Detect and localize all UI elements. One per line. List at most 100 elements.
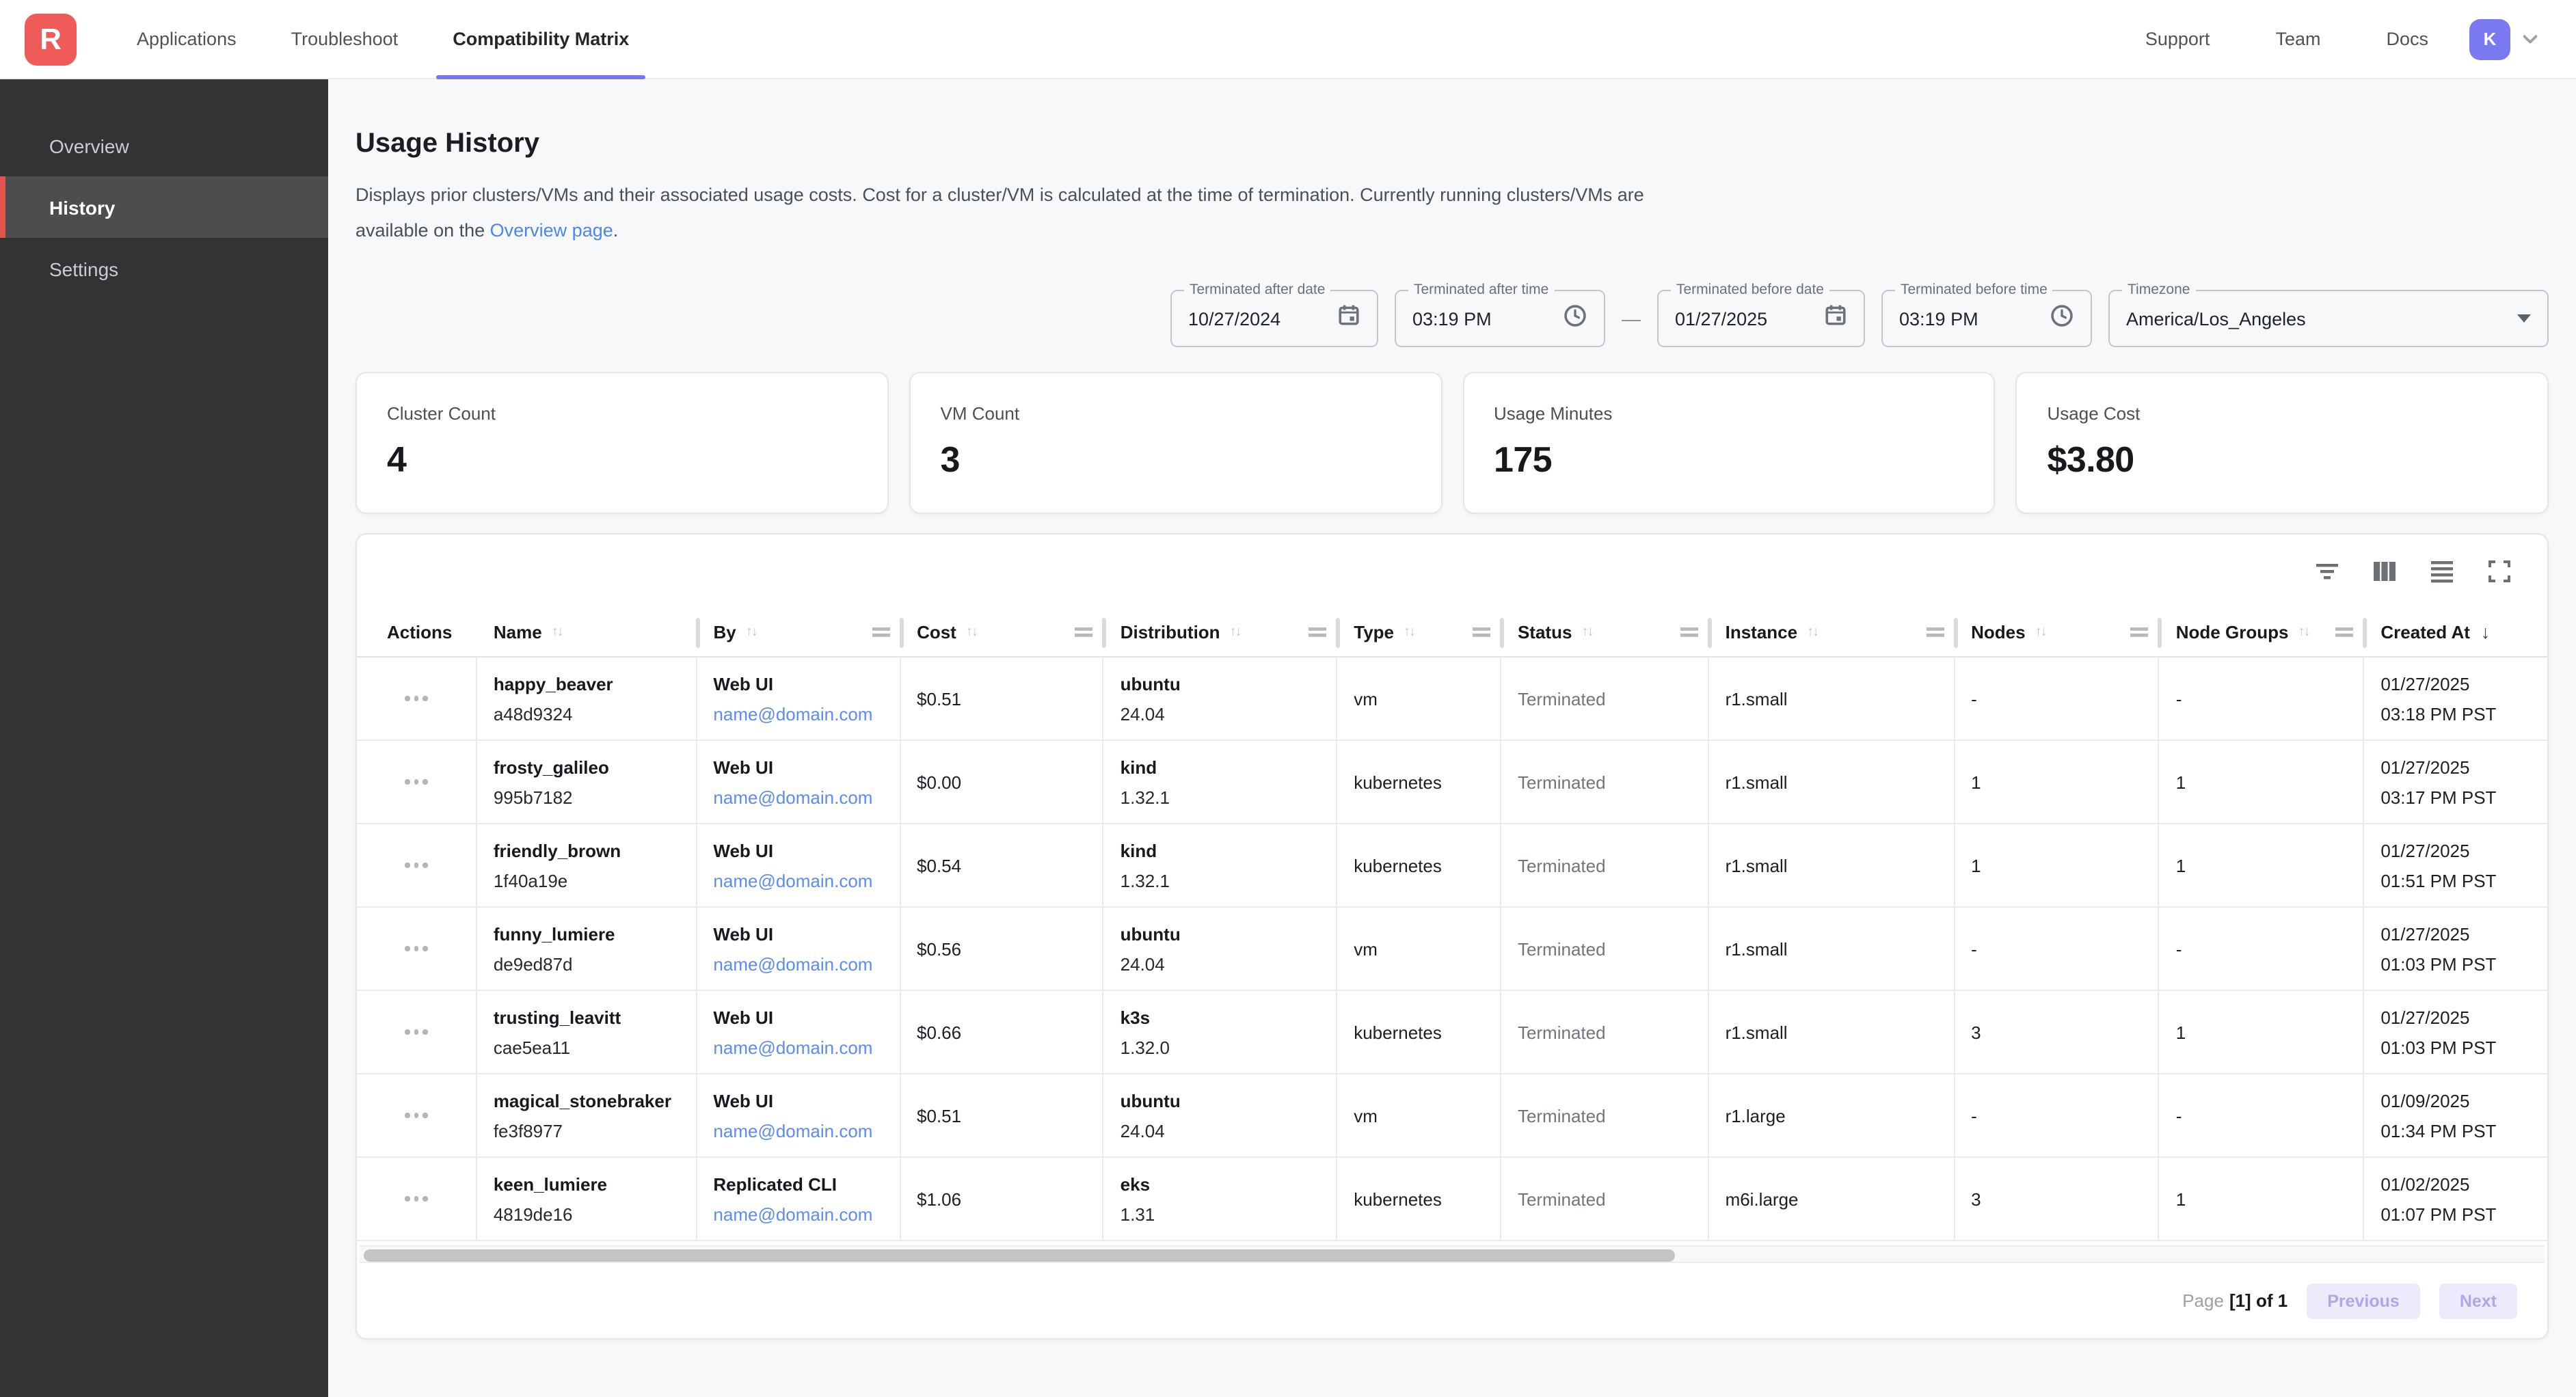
sort-desc-icon[interactable]: ↓	[2481, 622, 2491, 642]
avatar[interactable]: K	[2469, 18, 2510, 59]
column-menu-icon[interactable]	[2335, 626, 2353, 638]
calendar-icon[interactable]	[1824, 303, 1847, 334]
fullscreen-icon[interactable]	[2487, 559, 2512, 584]
status-value: Terminated	[1518, 855, 1691, 876]
distribution-cell: ubuntu 24.04	[1104, 1074, 1338, 1156]
nav-link-team[interactable]: Team	[2275, 29, 2320, 49]
sidebar-item-settings[interactable]: Settings	[0, 238, 328, 299]
sidebar-item-history[interactable]: History	[0, 176, 328, 238]
sort-icon[interactable]: ↑↓	[2035, 625, 2046, 640]
created-by-email-link[interactable]: name@domain.com	[713, 703, 883, 724]
cluster-id: de9ed87d	[494, 953, 680, 974]
tab-compatibility-matrix[interactable]: Compatibility Matrix	[425, 0, 656, 78]
column-menu-icon[interactable]	[1309, 626, 1326, 638]
next-page-button[interactable]: Next	[2439, 1283, 2517, 1318]
terminated-after-time-field[interactable]: Terminated after time 03:19 PM	[1395, 290, 1605, 347]
previous-page-button[interactable]: Previous	[2307, 1283, 2420, 1318]
page-indicator: Page[1] of 1	[2182, 1290, 2287, 1311]
terminated-after-date-field[interactable]: Terminated after date 10/27/2024	[1170, 290, 1378, 347]
tab-applications[interactable]: Applications	[109, 0, 264, 78]
row-actions-button[interactable]	[399, 772, 433, 793]
column-header-created-at[interactable]: Created At ↓	[2364, 608, 2547, 656]
scrollbar-thumb[interactable]	[364, 1249, 1675, 1261]
sort-icon[interactable]: ↑↓	[1404, 625, 1414, 640]
row-actions-button[interactable]	[399, 1105, 433, 1126]
stat-label: Usage Minutes	[1494, 403, 1964, 424]
created-by-email-link[interactable]: name@domain.com	[713, 953, 883, 974]
column-menu-icon[interactable]	[2131, 626, 2149, 638]
instance-value: m6i.large	[1726, 1189, 1937, 1209]
name-cell: happy_beaver a48d9324	[477, 657, 697, 740]
table-row: funny_lumiere de9ed87d Web UI name@domai…	[357, 908, 2547, 991]
name-cell: funny_lumiere de9ed87d	[477, 908, 697, 990]
chevron-down-icon[interactable]	[2520, 29, 2540, 49]
column-menu-icon[interactable]	[1680, 626, 1698, 638]
column-header-type[interactable]: Type ↑↓	[1337, 608, 1501, 656]
type-value: kubernetes	[1354, 1022, 1484, 1042]
column-header-status[interactable]: Status ↑↓	[1501, 608, 1709, 656]
tab-troubleshoot[interactable]: Troubleshoot	[264, 0, 426, 78]
distribution-name: ubuntu	[1121, 923, 1320, 944]
column-header-cost[interactable]: Cost ↑↓	[900, 608, 1104, 656]
terminated-before-time-field[interactable]: Terminated before time 03:19 PM	[1881, 290, 2092, 347]
stat-label: Usage Cost	[2048, 403, 2518, 424]
sort-icon[interactable]: ↑↓	[1581, 625, 1592, 640]
page-value: [1] of 1	[2229, 1290, 2287, 1311]
column-header-nodes[interactable]: Nodes ↑↓	[1955, 608, 2160, 656]
sort-icon[interactable]: ↑↓	[1230, 625, 1241, 640]
column-header-instance[interactable]: Instance ↑↓	[1709, 608, 1955, 656]
dropdown-arrow-icon[interactable]	[2517, 314, 2531, 323]
actions-cell	[357, 741, 477, 823]
created-by-email-link[interactable]: name@domain.com	[713, 1204, 883, 1224]
column-menu-icon[interactable]	[1926, 626, 1944, 638]
created-by-source: Web UI	[713, 840, 883, 860]
row-actions-button[interactable]	[399, 688, 433, 709]
sort-icon[interactable]: ↑↓	[2298, 625, 2309, 640]
sort-icon[interactable]: ↑↓	[552, 625, 563, 640]
distribution-version: 1.32.1	[1121, 787, 1320, 807]
column-header-name[interactable]: Name ↑↓	[477, 608, 697, 656]
column-header-distribution[interactable]: Distribution ↑↓	[1104, 608, 1338, 656]
column-menu-icon[interactable]	[1075, 626, 1093, 638]
sort-icon[interactable]: ↑↓	[966, 625, 977, 640]
page-label: Page	[2182, 1290, 2224, 1311]
sort-icon[interactable]: ↑↓	[746, 625, 757, 640]
distribution-name: kind	[1121, 757, 1320, 777]
row-actions-button[interactable]	[399, 1189, 433, 1210]
calendar-icon[interactable]	[1337, 303, 1360, 334]
sort-icon[interactable]: ↑↓	[1807, 625, 1818, 640]
row-actions-button[interactable]	[399, 1022, 433, 1043]
created-by-email-link[interactable]: name@domain.com	[713, 1037, 883, 1057]
distribution-name: ubuntu	[1121, 1090, 1320, 1111]
created-by-email-link[interactable]: name@domain.com	[713, 1120, 883, 1141]
filter-icon[interactable]	[2315, 559, 2339, 584]
nav-link-docs[interactable]: Docs	[2386, 29, 2428, 49]
created-by-email-link[interactable]: name@domain.com	[713, 870, 883, 891]
column-header-node-groups[interactable]: Node Groups ↑↓	[2160, 608, 2365, 656]
cost-cell: $0.00	[900, 741, 1104, 823]
horizontal-scrollbar[interactable]	[360, 1245, 2545, 1263]
created-by-email-link[interactable]: name@domain.com	[713, 787, 883, 807]
sidebar-item-overview[interactable]: Overview	[0, 115, 328, 176]
clock-icon[interactable]	[1563, 303, 1587, 334]
replicated-logo[interactable]: R	[25, 13, 77, 65]
row-actions-button[interactable]	[399, 938, 433, 960]
cluster-id: 1f40a19e	[494, 870, 680, 891]
clock-icon[interactable]	[2050, 303, 2074, 334]
nav-link-support[interactable]: Support	[2145, 29, 2210, 49]
columns-icon[interactable]	[2372, 559, 2397, 584]
stat-cluster-count: Cluster Count 4	[355, 372, 889, 514]
stat-value: 4	[387, 439, 857, 481]
column-header-by[interactable]: By ↑↓	[697, 608, 900, 656]
column-menu-icon[interactable]	[1473, 626, 1490, 638]
timezone-select[interactable]: Timezone America/Los_Angeles	[2108, 290, 2549, 347]
cost-value: $0.00	[917, 772, 1086, 792]
overview-page-link[interactable]: Overview page	[490, 220, 613, 241]
column-menu-icon[interactable]	[872, 626, 889, 638]
nodes-cell: 1	[1955, 824, 2160, 906]
terminated-before-date-field[interactable]: Terminated before date 01/27/2025	[1657, 290, 1865, 347]
node-groups-value: -	[2176, 688, 2347, 709]
density-icon[interactable]	[2430, 559, 2454, 584]
created-time: 01:03 PM PST	[2380, 953, 2531, 974]
row-actions-button[interactable]	[399, 855, 433, 876]
